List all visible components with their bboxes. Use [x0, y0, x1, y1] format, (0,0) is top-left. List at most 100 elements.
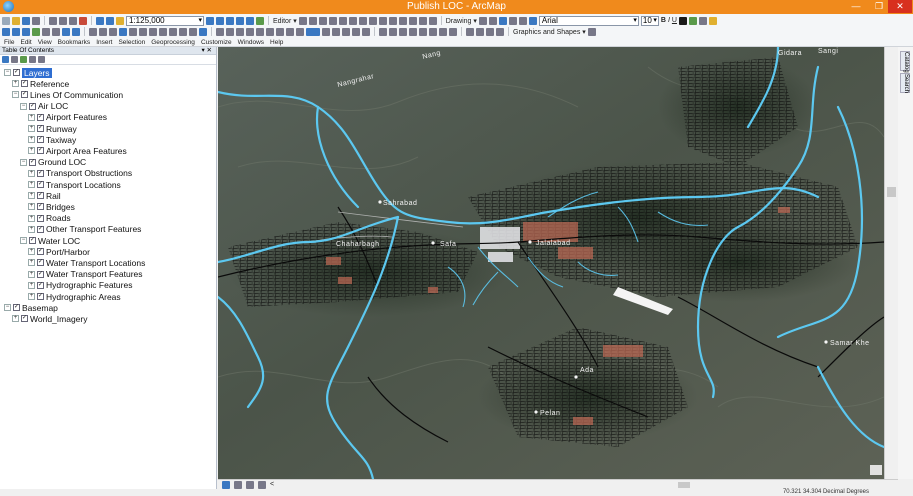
hyperlink-icon[interactable] [129, 27, 137, 36]
toc-layer-transport-locations[interactable]: + ✓ Transport Locations [28, 179, 121, 190]
toc-layer-label[interactable]: Other Transport Features [46, 224, 141, 234]
bold-button[interactable]: B [661, 17, 666, 24]
toc-layer-air-loc[interactable]: − ✓ Air LOC [20, 101, 68, 112]
layer-visibility-checkbox[interactable]: ✓ [21, 315, 28, 323]
expand-toggle-icon[interactable]: + [28, 259, 35, 267]
drawing-menu[interactable]: Drawing ▾ [446, 17, 477, 25]
expand-toggle-icon[interactable]: + [28, 125, 35, 132]
advanced-edit-icon-1[interactable] [466, 27, 474, 36]
layer-visibility-checkbox[interactable]: ✓ [37, 169, 44, 177]
toc-layer-label[interactable]: Runway [46, 124, 77, 134]
menu-geoprocessing[interactable]: Geoprocessing [151, 38, 195, 47]
font-name-field[interactable]: Arial ▾ [538, 15, 639, 26]
italic-button[interactable]: I [668, 17, 670, 24]
layer-visibility-checkbox[interactable]: ✓ [37, 214, 44, 222]
horizontal-scroll-thumb[interactable] [678, 482, 690, 488]
topology-icon-8[interactable] [449, 27, 457, 36]
toc-layer-airport-features[interactable]: + ✓ Airport Features [28, 112, 107, 123]
snapping-icon-3[interactable] [352, 27, 360, 36]
python-window-icon[interactable] [256, 16, 264, 25]
toc-layer-label[interactable]: Ground LOC [38, 157, 86, 167]
layer-visibility-checkbox[interactable]: ✓ [13, 304, 20, 312]
layer-visibility-checkbox[interactable]: ✓ [37, 281, 44, 289]
paste-icon[interactable] [69, 16, 77, 25]
cut-icon[interactable] [49, 16, 57, 25]
split-icon[interactable] [388, 16, 397, 25]
close-button[interactable]: ✕ [888, 0, 912, 13]
cut-polygons-icon[interactable] [378, 16, 387, 25]
snapping-icon-1[interactable] [332, 27, 340, 36]
identify-icon[interactable] [119, 27, 127, 36]
topology-icon-5[interactable] [419, 27, 427, 36]
rotate-element-icon[interactable] [488, 16, 497, 25]
font-size-field[interactable]: 10 ▾ [640, 15, 659, 26]
expand-toggle-icon[interactable]: + [28, 214, 35, 222]
expand-toggle-icon[interactable]: + [28, 203, 35, 211]
toc-layer-water-transport-features[interactable]: + ✓ Water Transport Features [28, 269, 143, 280]
toc-layer-label[interactable]: Water Transport Locations [46, 258, 145, 268]
layer-visibility-checkbox[interactable]: ✓ [13, 69, 20, 76]
expand-toggle-icon[interactable]: + [28, 281, 35, 289]
text-icon[interactable] [518, 16, 527, 25]
toc-layer-layers[interactable]: − ✓ Layers [4, 67, 52, 78]
expand-toggle-icon[interactable]: + [28, 147, 35, 155]
delete-icon[interactable] [79, 16, 87, 25]
zoom-in-icon[interactable] [2, 27, 10, 36]
layer-visibility-checkbox[interactable]: ✓ [37, 225, 44, 233]
fixed-zoom-out-icon[interactable] [52, 27, 60, 36]
back-extent-icon[interactable] [62, 27, 70, 36]
toc-layer-label[interactable]: Transport Obstructions [46, 168, 132, 178]
new-document-icon[interactable] [2, 16, 10, 25]
layer-visibility-checkbox[interactable]: ✓ [37, 259, 44, 267]
georef-icon-7[interactable] [276, 27, 284, 36]
underline-button[interactable]: U [672, 17, 677, 24]
topology-icon-1[interactable] [379, 27, 387, 36]
snapping-icon-2[interactable] [342, 27, 350, 36]
editor-menu[interactable]: Editor ▾ [273, 17, 297, 25]
expand-toggle-icon[interactable]: + [28, 136, 35, 144]
add-data-icon[interactable] [116, 16, 124, 25]
list-by-visibility-icon[interactable] [20, 56, 27, 63]
menu-help[interactable]: Help [270, 38, 283, 47]
chevron-down-icon[interactable]: ▾ [653, 17, 657, 25]
go-to-xy-icon[interactable] [179, 27, 187, 36]
print-icon[interactable] [32, 16, 40, 25]
menu-selection[interactable]: Selection [118, 38, 145, 47]
options-icon[interactable] [38, 56, 45, 63]
toc-layer-label[interactable]: Taxiway [46, 135, 76, 145]
toc-layer-label[interactable]: Hydrographic Areas [46, 292, 121, 302]
toc-pin-close-icon[interactable]: ▾ ✕ [201, 47, 212, 55]
topology-icon-6[interactable] [429, 27, 437, 36]
toc-layer-label[interactable]: Bridges [46, 202, 75, 212]
fixed-zoom-in-icon[interactable] [42, 27, 50, 36]
straight-segment-icon[interactable] [318, 16, 327, 25]
collapse-toggle-icon[interactable]: − [20, 237, 27, 244]
expand-toggle-icon[interactable]: + [28, 192, 35, 200]
menu-insert[interactable]: Insert [96, 38, 112, 47]
pause-drawing-icon[interactable] [258, 480, 266, 489]
toc-layer-reference[interactable]: + ✓ Reference [12, 78, 69, 89]
advanced-edit-icon-4[interactable] [496, 27, 504, 36]
scroll-left-arrow-icon[interactable]: < [270, 481, 274, 488]
select-features-icon[interactable] [89, 27, 97, 36]
collapse-toggle-icon[interactable]: − [20, 158, 27, 166]
create-features-icon[interactable] [428, 16, 437, 25]
minimize-button[interactable]: — [845, 0, 867, 13]
toc-layer-rail[interactable]: + ✓ Rail [28, 190, 61, 201]
collapse-toggle-icon[interactable]: − [4, 304, 11, 312]
vertical-scroll-thumb[interactable] [887, 187, 896, 197]
georef-icon-4[interactable] [246, 27, 254, 36]
find-icon[interactable] [159, 27, 167, 36]
line-color-icon[interactable] [698, 16, 707, 25]
layer-visibility-checkbox[interactable]: ✓ [37, 203, 44, 211]
map-canvas[interactable]: Nangrahar Nang Gidara Sangi Samar Khe Sa… [218, 47, 884, 479]
map-vertical-scrollbar[interactable] [884, 47, 897, 479]
toc-layer-basemap[interactable]: − ✓ Basemap [4, 302, 58, 313]
toc-layer-label[interactable]: Reference [30, 79, 69, 89]
list-by-source-icon[interactable] [11, 56, 18, 63]
layer-visibility-checkbox[interactable]: ✓ [37, 113, 44, 121]
toc-layer-taxiway[interactable]: + ✓ Taxiway [28, 134, 76, 145]
toolbar-grip-icon[interactable] [587, 27, 596, 36]
edit-tool-icon[interactable] [298, 16, 307, 25]
refresh-icon[interactable] [246, 480, 254, 489]
